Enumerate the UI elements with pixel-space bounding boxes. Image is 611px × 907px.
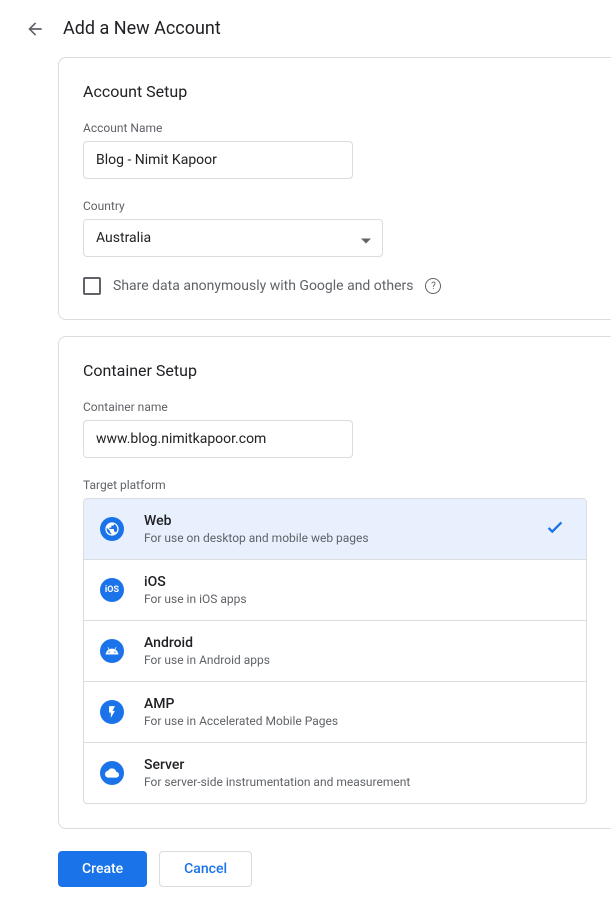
account-setup-card: Account Setup Account Name Country Share… (58, 57, 611, 320)
country-label: Country (83, 199, 587, 213)
container-setup-title: Container Setup (83, 361, 587, 380)
platform-name: Web (144, 513, 570, 529)
back-button[interactable] (25, 19, 45, 39)
account-setup-title: Account Setup (83, 82, 587, 101)
page-title: Add a New Account (63, 18, 221, 39)
cancel-button[interactable]: Cancel (159, 851, 252, 887)
platform-option-amp[interactable]: AMP For use in Accelerated Mobile Pages (84, 682, 586, 743)
check-icon (544, 516, 566, 542)
ios-icon: iOS (100, 578, 124, 602)
share-data-label: Share data anonymously with Google and o… (113, 278, 413, 294)
container-setup-card: Container Setup Container name Target pl… (58, 336, 611, 829)
platform-option-server[interactable]: Server For server-side instrumentation a… (84, 743, 586, 803)
server-icon (100, 761, 124, 785)
web-icon (100, 517, 124, 541)
platform-option-ios[interactable]: iOS iOS For use in iOS apps (84, 560, 586, 621)
help-icon[interactable]: ? (425, 278, 441, 294)
country-select[interactable] (83, 219, 383, 257)
platform-desc: For use in Accelerated Mobile Pages (144, 714, 570, 728)
platform-option-web[interactable]: Web For use on desktop and mobile web pa… (84, 499, 586, 560)
share-data-checkbox[interactable] (83, 277, 101, 295)
platform-name: iOS (144, 574, 570, 590)
platform-name: Android (144, 635, 570, 651)
platform-desc: For use in iOS apps (144, 592, 570, 606)
create-button[interactable]: Create (58, 851, 147, 887)
amp-icon (100, 700, 124, 724)
container-name-input[interactable] (83, 420, 353, 458)
platform-desc: For server-side instrumentation and meas… (144, 775, 570, 789)
account-name-input[interactable] (83, 141, 353, 179)
arrow-left-icon (25, 19, 45, 39)
platform-name: Server (144, 757, 570, 773)
platform-desc: For use in Android apps (144, 653, 570, 667)
platform-list: Web For use on desktop and mobile web pa… (83, 498, 587, 804)
target-platform-label: Target platform (83, 478, 587, 492)
container-name-label: Container name (83, 400, 587, 414)
android-icon (100, 639, 124, 663)
account-name-label: Account Name (83, 121, 587, 135)
platform-name: AMP (144, 696, 570, 712)
platform-desc: For use on desktop and mobile web pages (144, 531, 570, 545)
platform-option-android[interactable]: Android For use in Android apps (84, 621, 586, 682)
